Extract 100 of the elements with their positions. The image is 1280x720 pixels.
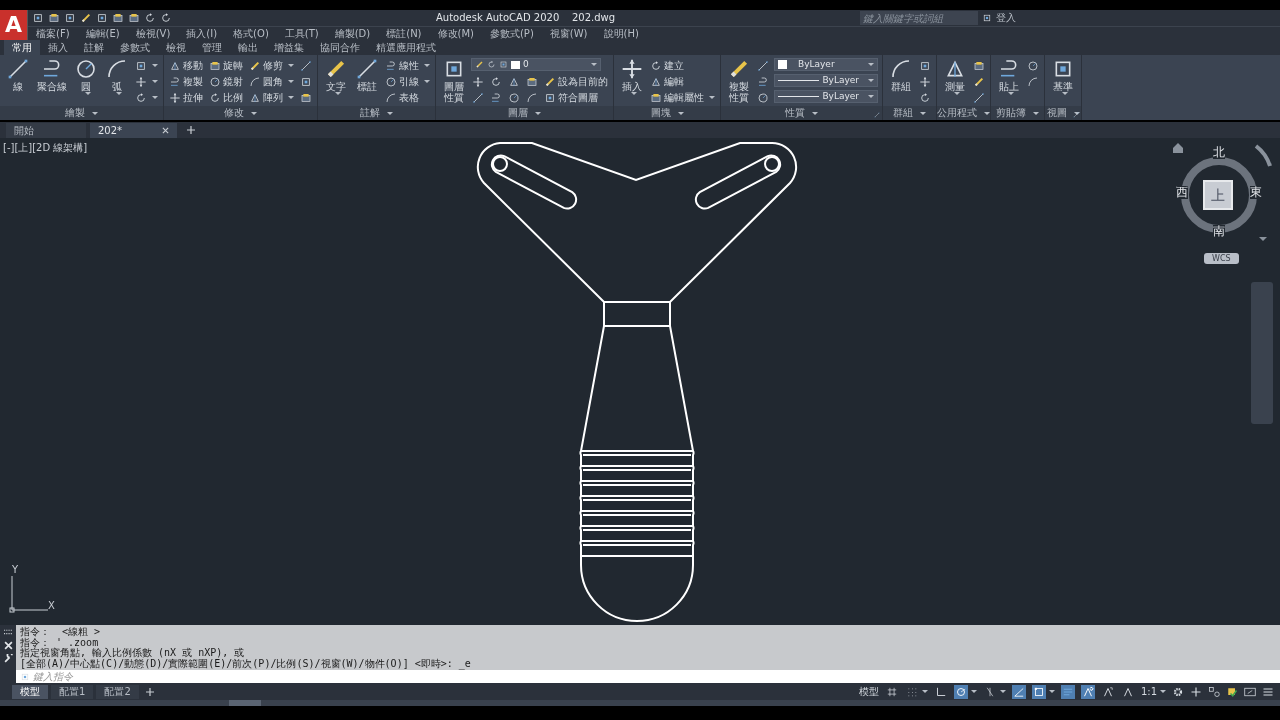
ribbon-tool-button[interactable]: 移動 [168,58,204,73]
ribbon-icon-button[interactable] [756,58,770,73]
ribbon-icon-button[interactable] [918,74,932,89]
add-layout-icon[interactable] [145,687,154,696]
home-icon[interactable] [1173,143,1183,153]
ribbon-icon-button[interactable] [489,90,503,105]
viewcube-face[interactable]: 上 [1203,180,1233,210]
status-toggle[interactable] [951,684,979,699]
compass-label[interactable]: 南 [1213,225,1225,238]
fullscreen-icon[interactable] [1244,685,1256,698]
ribbon-tool-button[interactable]: 建立 [649,58,716,73]
ribbon-tab[interactable]: 註解 [76,40,112,55]
annotation-scale-button[interactable]: 1:1 [1138,684,1168,699]
plus-icon[interactable] [1190,685,1202,698]
ribbon-tool-button[interactable]: 圖層性質 [440,57,468,103]
sign-in-link[interactable]: 登入 [996,12,1016,24]
file-tab[interactable]: 202* [90,123,178,138]
ribbon-icon-button[interactable] [756,74,770,89]
ribbon-tool-button[interactable]: 群組 [887,57,915,92]
ribbon-tool-button[interactable]: 貼上 [995,57,1023,95]
menu-item[interactable]: 說明(H) [603,27,639,40]
ribbon-tab[interactable]: 協同合作 [312,40,368,55]
compass-label[interactable]: 東 [1250,186,1262,199]
ribbon-tool-button[interactable]: 文字 [322,57,350,95]
ribbon-tool-button[interactable]: 修剪 [248,58,295,73]
ribbon-tool-button[interactable]: 複製 [168,74,204,89]
dropdown-field[interactable]: 0 [471,58,601,71]
panel-title[interactable]: 性質 [785,107,805,119]
ribbon-tool-button[interactable]: 比例 [208,90,244,105]
scrollbar-thumb[interactable] [229,700,261,706]
ribbon-tab[interactable]: 參數式 [112,40,158,55]
menu-item[interactable]: 插入(I) [186,27,218,40]
ribbon-tab[interactable]: 常用 [4,40,40,55]
ribbon-tool-button[interactable]: 表格 [384,90,431,105]
file-tab[interactable]: 開始 [6,123,86,138]
ribbon-tool-button[interactable]: 弧 [103,57,131,95]
ribbon-icon-button[interactable] [471,90,485,105]
ribbon-tool-button[interactable]: 基準 [1049,57,1077,95]
ribbon-tool-button[interactable]: 拉伸 [168,90,204,105]
panel-title[interactable]: 繪製 [65,107,85,119]
close-icon[interactable] [3,641,13,650]
panel-title[interactable]: 註解 [360,107,380,119]
ribbon-tool-button[interactable]: 圓角 [248,74,295,89]
layout-tab[interactable]: 模型 [12,684,48,699]
isolate-icon[interactable] [1208,685,1220,698]
layout-tab[interactable]: 配置1 [51,684,94,699]
gear-icon[interactable] [1172,685,1184,698]
menu-item[interactable]: 工具(T) [284,27,319,40]
status-toggle[interactable] [1029,684,1057,699]
menu-item[interactable]: 標註(N) [386,27,422,40]
menu-item[interactable]: 編輯(E) [85,27,120,40]
ribbon-tool-button[interactable]: 編輯屬性 [649,90,716,105]
ribbon-tool-button[interactable]: 圓 [72,57,100,95]
hardware-icon[interactable] [1226,685,1238,698]
menu-item[interactable]: 繪製(D) [334,27,371,40]
ucs-menu-button[interactable]: WCS [1204,253,1239,264]
ribbon-icon-button[interactable] [525,90,539,105]
triangle-icon[interactable] [1259,237,1267,241]
ribbon-tool-button[interactable]: 插入 [618,57,646,95]
ribbon-icon-button[interactable] [972,90,986,105]
ribbon-icon-button[interactable] [507,90,521,105]
menu-item[interactable]: 格式(O) [233,27,269,40]
app-logo[interactable]: A [0,10,28,40]
ribbon-tool-button[interactable]: 設為目前的 [543,74,609,89]
grip-icon[interactable] [3,628,13,637]
menu-icon[interactable] [1262,685,1274,698]
search-field[interactable]: 鍵入關鍵字或詞組 [860,11,978,25]
undo-icon[interactable] [144,12,156,24]
menu-item[interactable]: 修改(M) [437,27,474,40]
menu-item[interactable]: 視窗(W) [549,27,588,40]
panel-title[interactable]: 修改 [224,107,244,119]
menu-item[interactable]: 檢視(V) [135,27,171,40]
ribbon-tab[interactable]: 檢視 [158,40,194,55]
ribbon-icon-button[interactable] [299,58,313,73]
ribbon-icon-button[interactable] [1026,74,1040,89]
ribbon-tool-button[interactable]: 測量 [941,57,969,95]
ribbon-tool-button[interactable]: 複製性質 [725,57,753,103]
model-space-button[interactable]: 模型 [856,684,881,699]
ribbon-tool-button[interactable]: 引線 [384,74,431,89]
ribbon-icon-button[interactable] [134,74,159,89]
ribbon-tab[interactable]: 精選應用程式 [368,40,444,55]
ribbon-tab[interactable]: 插入 [40,40,76,55]
compass-label[interactable]: 西 [1176,186,1188,199]
ribbon-tab[interactable]: 管理 [194,40,230,55]
ribbon-tool-button[interactable]: 陣列 [248,90,295,105]
ribbon-icon-button[interactable] [471,74,485,89]
dropdown-field[interactable]: ByLayer [774,90,878,103]
ribbon-icon-button[interactable] [1026,58,1040,73]
panel-title[interactable]: 圖塊 [650,107,671,119]
viewport-controls-link[interactable]: [-][上][2D 線架構] [3,142,88,154]
close-icon[interactable] [162,127,170,134]
menu-item[interactable]: 參數式(P) [489,27,534,40]
wrench-icon[interactable] [3,654,13,663]
ribbon-tab[interactable]: 輸出 [230,40,266,55]
dropdown-field[interactable]: ByLayer [774,74,878,87]
layout-tab[interactable]: 配置2 [96,684,139,699]
ribbon-tool-button[interactable]: 符合圖層 [543,90,609,105]
ribbon-tool-button[interactable]: 聚合線 [35,57,69,92]
ribbon-tool-button[interactable]: 編輯 [649,74,716,89]
ribbon-tool-button[interactable]: 標註 [353,57,381,92]
